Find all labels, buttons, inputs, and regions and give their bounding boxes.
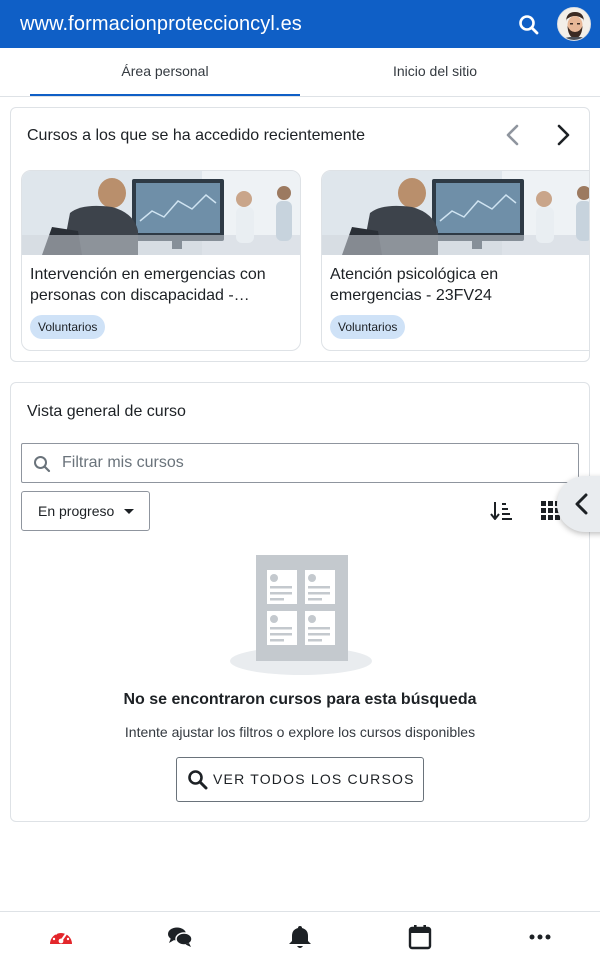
view-all-courses-button[interactable]: VER TODOS LOS CURSOS (176, 757, 424, 802)
tab-area-personal[interactable]: Área personal (30, 48, 300, 96)
course-name[interactable]: Atención psicológica en emergencias - 23… (330, 264, 589, 306)
empty-courses-illustration (229, 553, 373, 675)
top-navbar: www.formacionproteccioncyl.es (0, 0, 600, 48)
course-filter-input[interactable] (62, 450, 562, 476)
chevron-left-icon[interactable] (501, 121, 525, 149)
more-icon[interactable] (527, 924, 553, 950)
calendar-icon[interactable] (407, 924, 433, 950)
chevron-left-icon (575, 493, 588, 515)
course-filter-field[interactable] (21, 443, 579, 483)
course-card[interactable]: Intervención en emergencias con personas… (21, 170, 301, 351)
view-all-courses-label: VER TODOS LOS CURSOS (213, 771, 415, 787)
notifications-icon[interactable] (287, 924, 313, 950)
site-title[interactable]: www.formacionproteccioncyl.es (20, 12, 302, 36)
dashboard-icon[interactable] (48, 924, 74, 950)
recent-courses-title: Cursos a los que se ha accedido reciente… (27, 127, 365, 144)
page-tabs: Área personal Inicio del sitio (0, 48, 600, 97)
empty-state-title: No se encontraron cursos para esta búsqu… (123, 691, 477, 708)
course-image[interactable] (22, 171, 300, 255)
progress-filter-dropdown[interactable]: En progreso (21, 491, 150, 531)
course-overview-title: Vista general de curso (27, 403, 186, 420)
course-image[interactable] (322, 171, 589, 255)
search-icon (33, 455, 51, 473)
search-icon (187, 769, 208, 790)
course-card[interactable]: Atención psicológica en emergencias - 23… (321, 170, 589, 351)
course-category-badge: Voluntarios (330, 315, 406, 339)
tab-inicio-del-sitio[interactable]: Inicio del sitio (300, 48, 570, 96)
course-category-badge: Voluntarios (30, 315, 106, 339)
chevron-right-icon[interactable] (551, 121, 575, 149)
course-overview-block: Vista general de curso En progreso (10, 382, 590, 822)
empty-state-subtitle: Intente ajustar los filtros o explore lo… (124, 724, 476, 740)
recent-courses-block: Cursos a los que se ha accedido reciente… (10, 107, 590, 362)
caret-down-icon (124, 509, 134, 514)
search-icon[interactable] (516, 12, 542, 38)
sort-icon[interactable] (489, 499, 513, 523)
user-avatar[interactable] (557, 7, 591, 41)
bottom-navigation (0, 911, 600, 960)
course-name[interactable]: Intervención en emergencias con personas… (30, 264, 292, 306)
messages-icon[interactable] (167, 924, 193, 950)
progress-filter-value: En progreso (38, 503, 115, 519)
